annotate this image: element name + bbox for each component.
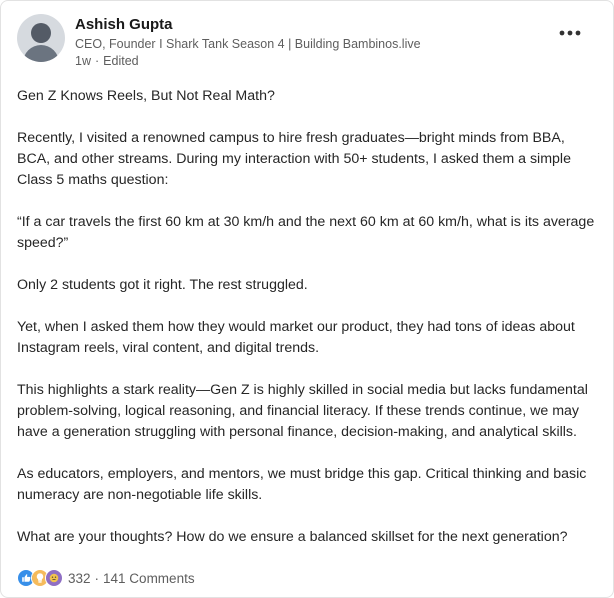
- author-avatar[interactable]: [17, 14, 65, 62]
- post-paragraph: Gen Z Knows Reels, But Not Real Math?: [17, 88, 275, 104]
- post-paragraph: This highlights a stark reality—Gen Z is…: [17, 382, 588, 440]
- post-text: Gen Z Knows Reels, But Not Real Math? Re…: [17, 86, 601, 548]
- avatar-head-shape: [31, 23, 51, 43]
- counts-separator: ·: [94, 570, 100, 586]
- reaction-icons[interactable]: [17, 569, 63, 587]
- post-time: 1w: [75, 54, 91, 68]
- post-paragraph: Yet, when I asked them how they would ma…: [17, 319, 575, 356]
- reactions-count[interactable]: 332: [68, 571, 91, 586]
- post-paragraph: What are your thoughts? How do we ensure…: [17, 529, 568, 545]
- post-paragraph: “If a car travels the first 60 km at 30 …: [17, 214, 595, 251]
- funny-reaction-icon: [45, 569, 63, 587]
- more-options-icon: [559, 30, 581, 36]
- meta-separator: ·: [94, 54, 100, 68]
- edited-label: Edited: [103, 54, 139, 68]
- post-paragraph: As educators, employers, and mentors, we…: [17, 466, 587, 503]
- post-meta: 1w · Edited: [75, 54, 139, 68]
- avatar-body-shape: [23, 45, 59, 62]
- social-counts: 332 · 141 Comments: [17, 568, 195, 588]
- post-paragraph: Only 2 students got it right. The rest s…: [17, 277, 308, 293]
- post-card: Ashish Gupta CEO, Founder I Shark Tank S…: [0, 0, 614, 598]
- more-options-button[interactable]: [553, 19, 587, 47]
- post-paragraph: Recently, I visited a renowned campus to…: [17, 130, 571, 188]
- comments-count-link[interactable]: 141 Comments: [103, 571, 195, 586]
- author-name[interactable]: Ashish Gupta: [75, 16, 173, 33]
- author-headline: CEO, Founder I Shark Tank Season 4 | Bui…: [75, 37, 421, 51]
